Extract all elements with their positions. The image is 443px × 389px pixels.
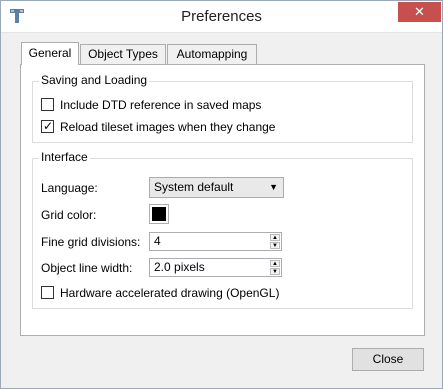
reload-tileset-label: Reload tileset images when they change [60, 120, 276, 134]
dtd-reference-option[interactable]: Include DTD reference in saved maps [41, 95, 401, 115]
decrement-arrow-icon[interactable]: ▼ [270, 242, 280, 249]
window-title: Preferences [181, 8, 262, 25]
preferences-window: Preferences ✕ General Object Types Autom… [0, 0, 443, 389]
window-close-button[interactable]: ✕ [398, 2, 441, 22]
language-value: System default [154, 180, 234, 194]
close-icon: ✕ [414, 4, 425, 19]
interface-group: Interface Language: System default ▼ Gri… [32, 150, 413, 309]
line-width-stepper: ▲ ▼ [270, 260, 280, 275]
general-tab-panel: Saving and Loading Include DTD reference… [20, 64, 425, 336]
dtd-reference-checkbox[interactable] [41, 98, 54, 111]
fine-grid-spinbox[interactable]: 4 ▲ ▼ [149, 232, 282, 251]
increment-arrow-icon[interactable]: ▲ [270, 234, 280, 241]
reload-tileset-checkbox[interactable]: ✓ [41, 119, 54, 133]
opengl-checkbox[interactable] [41, 286, 54, 299]
tab-general[interactable]: General [21, 42, 79, 65]
grid-color-swatch [152, 207, 166, 221]
interface-title: Interface [39, 150, 90, 164]
tab-object-types[interactable]: Object Types [80, 44, 166, 64]
increment-arrow-icon[interactable]: ▲ [270, 260, 280, 267]
tab-automapping[interactable]: Automapping [167, 44, 257, 64]
dtd-reference-label: Include DTD reference in saved maps [60, 98, 262, 112]
checkmark-icon: ✓ [43, 119, 54, 133]
saving-loading-title: Saving and Loading [39, 73, 150, 87]
fine-grid-label: Fine grid divisions: [41, 235, 141, 249]
fine-grid-stepper: ▲ ▼ [270, 234, 280, 249]
grid-color-button[interactable] [149, 204, 169, 224]
reload-tileset-option[interactable]: ✓ Reload tileset images when they change [41, 117, 401, 137]
saving-loading-group: Saving and Loading Include DTD reference… [32, 73, 413, 143]
language-label: Language: [41, 181, 98, 195]
language-dropdown[interactable]: System default ▼ [149, 177, 284, 198]
grid-color-label: Grid color: [41, 208, 97, 222]
opengl-option[interactable]: Hardware accelerated drawing (OpenGL) [41, 283, 401, 303]
line-width-spinbox[interactable]: 2.0 pixels ▲ ▼ [149, 258, 282, 277]
line-width-label: Object line width: [41, 261, 133, 275]
decrement-arrow-icon[interactable]: ▼ [270, 268, 280, 275]
line-width-value: 2.0 pixels [154, 260, 205, 274]
title-bar[interactable]: Preferences ✕ [1, 1, 442, 33]
fine-grid-value: 4 [154, 234, 161, 248]
chevron-down-icon: ▼ [269, 182, 278, 192]
close-button[interactable]: Close [352, 348, 424, 371]
opengl-label: Hardware accelerated drawing (OpenGL) [60, 286, 280, 300]
